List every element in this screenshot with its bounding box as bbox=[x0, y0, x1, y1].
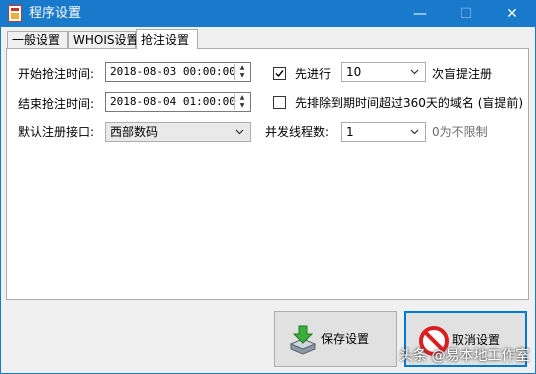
pre-check-suffix: 次盲提注册 bbox=[432, 67, 493, 81]
interface-label: 默认注册接口: bbox=[18, 125, 95, 139]
title-bar: 程序设置 — ☐ ✕ bbox=[1, 1, 535, 27]
spin-down-icon[interactable]: ▼ bbox=[235, 102, 249, 110]
exclude-expired-checkbox[interactable] bbox=[273, 96, 286, 109]
checkmark-icon bbox=[275, 70, 284, 78]
end-time-spinner[interactable]: ▲ ▼ bbox=[234, 94, 249, 110]
start-time-picker[interactable]: 2018-08-03 00:00:00 ▲ ▼ bbox=[105, 62, 251, 82]
save-disk-icon bbox=[289, 325, 317, 355]
watermark: 头条 @易本地工作室 bbox=[399, 348, 530, 364]
window-title: 程序设置 bbox=[29, 6, 82, 21]
tab-snatch[interactable]: 抢注设置 bbox=[136, 29, 198, 49]
pre-check-label: 先进行 bbox=[295, 67, 332, 81]
cancel-button-label: 取消设置 bbox=[452, 333, 501, 347]
close-button[interactable]: ✕ bbox=[489, 1, 535, 27]
start-time-spinner[interactable]: ▲ ▼ bbox=[234, 64, 249, 80]
app-icon bbox=[8, 5, 22, 22]
save-button[interactable]: 保存设置 bbox=[274, 311, 397, 367]
pre-check-count-value: 10 bbox=[346, 65, 362, 79]
pre-check-count-select[interactable]: 10 bbox=[341, 62, 426, 82]
interface-value: 西部数码 bbox=[110, 125, 159, 139]
end-time-label: 结束抢注时间: bbox=[18, 97, 95, 111]
minimize-button[interactable]: — bbox=[397, 1, 443, 27]
tab-panel-snatch: 开始抢注时间: 2018-08-03 00:00:00 ▲ ▼ 结束抢注时间: … bbox=[6, 48, 529, 300]
chevron-down-icon bbox=[410, 69, 419, 75]
chevron-down-icon bbox=[235, 129, 244, 135]
spin-down-icon[interactable]: ▼ bbox=[235, 72, 249, 80]
threads-value: 1 bbox=[346, 125, 354, 139]
threads-select[interactable]: 1 bbox=[341, 122, 426, 142]
pre-check-checkbox[interactable] bbox=[273, 67, 286, 80]
end-time-value: 2018-08-04 01:00:00 bbox=[110, 95, 236, 108]
end-time-picker[interactable]: 2018-08-04 01:00:00 ▲ ▼ bbox=[105, 92, 251, 112]
chevron-down-icon bbox=[410, 129, 419, 135]
spin-up-icon[interactable]: ▲ bbox=[235, 64, 249, 72]
maximize-button: ☐ bbox=[459, 6, 473, 22]
interface-select[interactable]: 西部数码 bbox=[105, 122, 251, 142]
exclude-expired-label: 先排除到期时间超过360天的域名 (盲提前) bbox=[295, 96, 524, 110]
settings-window: 程序设置 — ☐ ✕ 一般设置 WHOIS设置 抢注设置 开始抢注时间: 201… bbox=[0, 0, 536, 374]
tab-general[interactable]: 一般设置 bbox=[7, 31, 68, 48]
threads-label: 并发线程数: bbox=[265, 125, 330, 139]
save-button-label: 保存设置 bbox=[321, 332, 370, 346]
start-time-value: 2018-08-03 00:00:00 bbox=[110, 65, 236, 78]
start-time-label: 开始抢注时间: bbox=[18, 67, 95, 81]
threads-hint: 0为不限制 bbox=[432, 125, 488, 139]
spin-up-icon[interactable]: ▲ bbox=[235, 94, 249, 102]
tab-whois[interactable]: WHOIS设置 bbox=[68, 31, 139, 48]
